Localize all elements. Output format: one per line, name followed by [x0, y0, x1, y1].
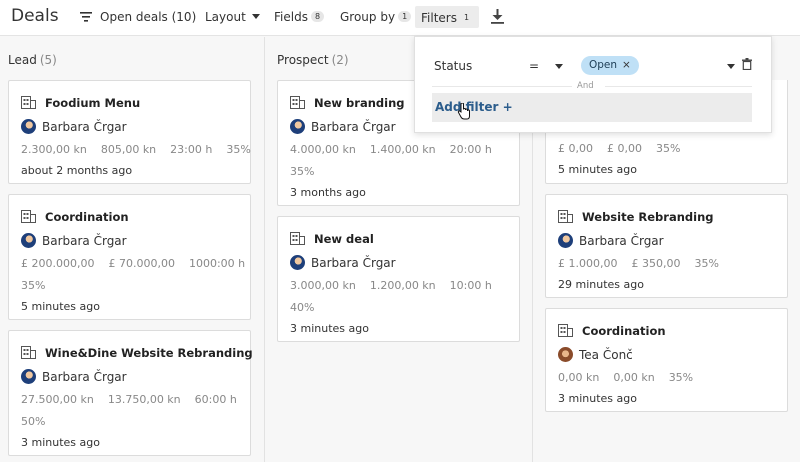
chevron-down-icon[interactable]	[727, 64, 735, 69]
add-filter-button[interactable]: Add filter +	[432, 93, 752, 122]
deal-owner: Tea Čonč	[558, 347, 633, 362]
deal-updated: 29 minutes ago	[558, 278, 644, 291]
open-deals-label: Open deals (10)	[100, 10, 197, 24]
deal-title: Coordination	[21, 210, 129, 224]
avatar	[21, 233, 36, 248]
deal-card[interactable]: New deal Barbara Črgar 3.000,00 kn 1.200,…	[277, 216, 520, 342]
deal-owner: Barbara Črgar	[558, 233, 664, 248]
deal-owner: Barbara Črgar	[290, 119, 396, 134]
building-icon	[21, 346, 36, 359]
deal-meta: 2.300,00 kn 805,00 kn 23:00 h 35%	[21, 143, 251, 156]
trash-icon[interactable]	[742, 58, 752, 70]
group-by-label: Group by	[340, 10, 396, 24]
deal-updated: 5 minutes ago	[558, 163, 637, 176]
deal-owner: Barbara Črgar	[21, 119, 127, 134]
hand-cursor-icon	[457, 103, 470, 120]
filters-count-badge: 1	[463, 13, 470, 22]
building-icon	[558, 210, 573, 223]
and-label: And	[577, 81, 594, 91]
deal-probability: 35%	[21, 279, 46, 292]
deal-title: Foodium Menu	[21, 96, 140, 110]
column-lead: Lead (5) Foodium Menu Barbara Črgar 2.300…	[0, 37, 264, 462]
filter-value-chip[interactable]: Open ×	[581, 56, 639, 75]
avatar	[290, 119, 305, 134]
deal-title: Wine&Dine Website Rebranding	[21, 346, 253, 360]
column-count: (5)	[39, 53, 57, 67]
avatar	[558, 233, 573, 248]
deal-probability: 50%	[21, 415, 46, 428]
deal-meta: 27.500,00 kn 13.750,00 kn 60:00 h	[21, 393, 237, 406]
deal-meta: £ 200.000,00 £ 70.000,00 1000:00 h	[21, 257, 246, 270]
deal-card[interactable]: Foodium Menu Barbara Črgar 2.300,00 kn 80…	[8, 80, 251, 184]
deal-meta: 0,00 kn 0,00 kn 35%	[558, 371, 694, 384]
filter-field-select[interactable]: Status	[434, 59, 472, 73]
deal-probability: 35%	[290, 165, 315, 178]
layout-label: Layout	[205, 10, 246, 24]
column-title: Prospect	[277, 53, 329, 67]
sort-icon	[80, 12, 92, 22]
column-header: Lead (5)	[8, 53, 57, 67]
avatar	[290, 255, 305, 270]
add-filter-label: Add filter +	[435, 100, 513, 114]
deal-meta: £ 0,00 £ 0,00 35%	[558, 142, 681, 155]
deal-meta: 3.000,00 kn 1.200,00 kn 10:00 h	[290, 279, 492, 292]
deal-title: New branding	[290, 96, 405, 110]
deal-meta: £ 1.000,00 £ 350,00 35%	[558, 257, 719, 270]
deal-updated: 3 minutes ago	[21, 436, 100, 449]
deal-card[interactable]: Website Rebranding Barbara Črgar £ 1.000…	[545, 194, 788, 298]
divider	[605, 86, 752, 87]
building-icon	[21, 96, 36, 109]
avatar	[21, 369, 36, 384]
deal-owner: Barbara Črgar	[290, 255, 396, 270]
deal-updated: 3 minutes ago	[290, 322, 369, 335]
column-title: Lead	[8, 53, 37, 67]
fields-label: Fields	[274, 10, 308, 24]
building-icon	[290, 232, 305, 245]
filter-value-label: Open	[589, 59, 618, 71]
deal-owner: Barbara Črgar	[21, 369, 127, 384]
chevron-down-icon	[251, 14, 260, 19]
deal-updated: 3 months ago	[290, 186, 366, 199]
layout-dropdown[interactable]: Layout	[205, 10, 260, 24]
deal-updated: 5 minutes ago	[21, 300, 100, 313]
group-by-button[interactable]: Group by 1	[340, 10, 412, 24]
chevron-down-icon[interactable]	[555, 64, 563, 69]
deal-owner: Barbara Črgar	[21, 233, 127, 248]
toolbar: Deals Open deals (10) Layout Fields 8 Gro…	[0, 0, 800, 36]
fields-count-badge: 8	[310, 11, 325, 22]
filters-label: Filters	[421, 11, 457, 25]
deal-meta: 4.000,00 kn 1.400,00 kn 20:00 h	[290, 143, 492, 156]
building-icon	[290, 96, 305, 109]
column-count: (2)	[331, 53, 349, 67]
avatar	[558, 347, 573, 362]
building-icon	[21, 210, 36, 223]
filters-button[interactable]: Filters 1	[415, 6, 480, 28]
avatar	[21, 119, 36, 134]
column-header: Prospect (2)	[277, 53, 349, 67]
fields-button[interactable]: Fields 8	[274, 10, 325, 24]
deal-card[interactable]: Coordination Tea Čonč 0,00 kn 0,00 kn 35% …	[545, 308, 788, 412]
deal-updated: 3 minutes ago	[558, 392, 637, 405]
filter-operator-select[interactable]: =	[529, 59, 539, 73]
open-deals-dropdown[interactable]: Open deals (10)	[80, 10, 196, 24]
deal-title: Website Rebranding	[558, 210, 714, 224]
deal-card[interactable]: Wine&Dine Website Rebranding Barbara Črg…	[8, 330, 253, 456]
deal-title: New deal	[290, 232, 374, 246]
remove-chip-icon[interactable]: ×	[622, 59, 631, 71]
divider	[432, 86, 572, 87]
building-icon	[558, 324, 573, 337]
group-by-count-badge: 1	[398, 11, 412, 22]
page-title: Deals	[11, 6, 59, 26]
download-icon[interactable]	[491, 9, 504, 24]
deal-updated: about 2 months ago	[21, 164, 133, 177]
deal-title: Coordination	[558, 324, 666, 338]
deal-probability: 40%	[290, 301, 315, 314]
deal-card[interactable]: Coordination Barbara Črgar £ 200.000,00 £…	[8, 194, 251, 320]
